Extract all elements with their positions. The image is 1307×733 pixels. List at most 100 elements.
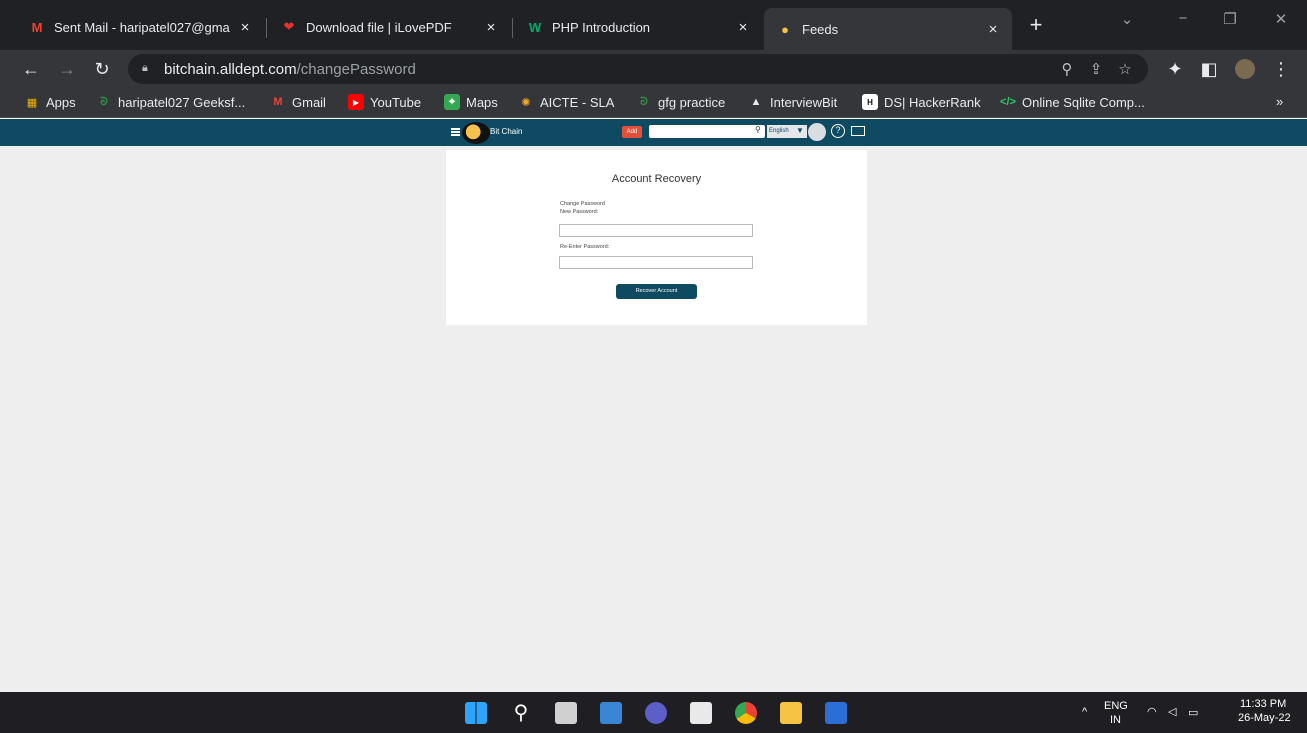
tab-separator [512, 18, 513, 38]
widgets-icon[interactable] [600, 702, 622, 724]
bookmark-sqlite[interactable]: </> Online Sqlite Comp... [1000, 94, 1145, 110]
chat-icon[interactable] [645, 702, 667, 724]
bookmark-label: InterviewBit [770, 94, 838, 110]
new-password-label: New Password: [560, 209, 599, 215]
extensions-icon[interactable]: ✦ [1162, 56, 1188, 82]
input-language[interactable]: ENG [1104, 700, 1128, 712]
tab-title: Sent Mail - haripatel027@gma [54, 19, 230, 35]
tab-title: Feeds [802, 21, 839, 37]
site-header: Bit Chain Add ⚲ English ▼ ? [0, 119, 1307, 146]
minimize-icon[interactable]: − [1168, 10, 1198, 27]
zoom-icon[interactable]: ⚲ [1054, 54, 1080, 84]
gmail-icon: M [31, 19, 43, 35]
close-icon[interactable]: × [734, 18, 752, 36]
maps-icon: ⌖ [444, 94, 460, 110]
share-icon[interactable]: ⇪ [1083, 54, 1109, 84]
tab-title: Download file | iLovePDF [306, 19, 452, 35]
bookmarks-overflow-label: » [1276, 94, 1284, 109]
new-tab-button[interactable]: + [1025, 14, 1047, 36]
word-icon[interactable] [825, 702, 847, 724]
bookmark-label: Online Sqlite Comp... [1022, 94, 1145, 110]
reload-icon[interactable]: ↻ [89, 56, 115, 82]
account-recovery-card: Account Recovery Change Password New Pas… [446, 150, 867, 325]
bookmark-maps[interactable]: ⌖ Maps [444, 94, 498, 110]
clock-time[interactable]: 11:33 PM [1240, 698, 1286, 710]
menu-icon[interactable]: ⋮ [1268, 56, 1294, 82]
logo-text: Bit Chain [490, 127, 523, 136]
restore-icon[interactable]: ❐ [1215, 10, 1245, 28]
store-icon[interactable] [690, 702, 712, 724]
aicte-icon: ✺ [521, 96, 531, 109]
bookmark-star-icon[interactable]: ☆ [1112, 54, 1138, 84]
site-search-input[interactable] [649, 125, 765, 138]
bookmark-aicte[interactable]: ✺ AICTE - SLA [518, 94, 614, 110]
close-icon[interactable]: × [984, 20, 1002, 38]
search-icon[interactable]: ⚲ [755, 125, 761, 134]
youtube-icon: ▶ [348, 94, 364, 110]
bookmarks-bar: ▦ Apps ᘐ haripatel027 Geeksf... M Gmail … [0, 88, 1307, 118]
bookmark-gmail[interactable]: M Gmail [270, 94, 326, 110]
bookmark-label: Apps [46, 94, 76, 110]
bookmark-label: Gmail [292, 94, 326, 110]
bitchain-logo[interactable] [462, 122, 490, 144]
back-icon[interactable]: ← [18, 56, 44, 82]
search-icon[interactable]: ⚲ [510, 702, 532, 724]
url-path: /changePassword [296, 60, 416, 78]
bitchain-icon: ● [781, 21, 789, 37]
task-view-icon[interactable] [555, 702, 577, 724]
interviewbit-icon: ▲ [750, 96, 762, 108]
bookmark-geeksforgeeks[interactable]: ᘐ haripatel027 Geeksf... [96, 94, 245, 110]
file-explorer-icon[interactable] [780, 702, 802, 724]
tab-gmail[interactable]: M Sent Mail - haripatel027@gma × [16, 8, 264, 46]
start-icon[interactable] [465, 702, 487, 724]
browser-tab-strip: M Sent Mail - haripatel027@gma × ❤ Downl… [0, 0, 1307, 50]
gmail-icon: M [273, 96, 283, 108]
geeksforgeeks-icon: ᘐ [640, 95, 648, 108]
add-button[interactable]: Add [622, 126, 642, 138]
browser-toolbar: ← → ↻ 🔒︎ bitchain.alldept.com/changePass… [0, 50, 1307, 88]
hackerrank-icon: H [862, 94, 878, 110]
lock-icon: 🔒︎ [142, 62, 148, 74]
clock-date[interactable]: 26-May-22 [1238, 712, 1291, 724]
profile-avatar[interactable] [1232, 56, 1258, 82]
chrome-icon[interactable] [735, 702, 757, 724]
close-icon[interactable]: × [482, 18, 500, 36]
recover-account-button[interactable]: Recover Account [616, 284, 697, 299]
battery-icon[interactable]: ▭ [1188, 706, 1198, 719]
tab-separator [266, 18, 267, 38]
bookmark-youtube[interactable]: ▶ YouTube [348, 94, 421, 110]
close-icon[interactable]: × [236, 18, 254, 36]
wifi-icon[interactable]: ◠ [1147, 705, 1157, 718]
windows-taskbar: ⚲ ^ ENG IN ◠ ◁ ▭ 11:33 PM 26-May-22 [0, 692, 1307, 733]
bookmark-gfg-practice[interactable]: ᘐ gfg practice [636, 94, 725, 110]
bookmark-apps[interactable]: ▦ Apps [24, 94, 76, 110]
window-close-icon[interactable]: ✕ [1266, 10, 1296, 28]
tab-feeds[interactable]: ● Feeds × [764, 8, 1012, 50]
bookmark-label: gfg practice [658, 94, 726, 110]
tab-title: PHP Introduction [552, 19, 651, 35]
hamburger-menu-icon[interactable] [451, 128, 460, 136]
side-panel-icon[interactable]: ◧ [1196, 56, 1222, 82]
bookmark-label: DS| HackerRank [884, 94, 981, 110]
input-region: IN [1110, 714, 1121, 726]
bookmarks-overflow-button[interactable]: » [1276, 94, 1283, 109]
code-icon: </> [1000, 96, 1016, 108]
user-avatar[interactable] [808, 123, 826, 141]
volume-icon[interactable]: ◁ [1168, 705, 1176, 718]
forward-icon[interactable]: → [54, 56, 80, 82]
bookmark-hackerrank[interactable]: H DS| HackerRank [862, 94, 981, 110]
apps-grid-icon: ▦ [26, 96, 38, 109]
bookmark-interviewbit[interactable]: ▲ InterviewBit [748, 94, 838, 110]
tray-overflow-icon[interactable]: ^ [1082, 706, 1087, 718]
reenter-password-input[interactable] [559, 256, 753, 269]
address-bar[interactable]: 🔒︎ bitchain.alldept.com/changePassword ⚲… [128, 54, 1148, 84]
tab-search-icon[interactable]: ⌄ [1112, 10, 1142, 28]
tab-ilovepdf[interactable]: ❤ Download file | iLovePDF × [268, 8, 510, 46]
new-password-input[interactable] [559, 224, 753, 237]
page-title: Account Recovery [611, 173, 702, 185]
mail-icon[interactable] [851, 126, 865, 136]
chevron-down-icon: ▼ [796, 126, 804, 135]
bookmark-label: haripatel027 Geeksf... [118, 94, 246, 110]
tab-php[interactable]: W PHP Introduction × [514, 8, 762, 46]
help-icon[interactable]: ? [831, 124, 845, 138]
